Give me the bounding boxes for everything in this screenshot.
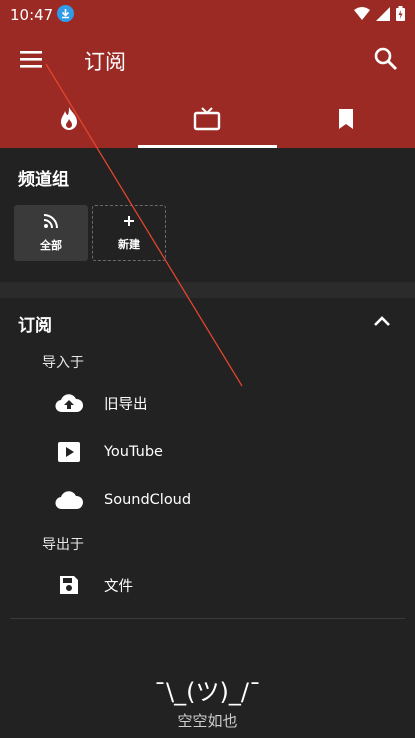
app-bar: 10:47 订阅 <box>0 0 415 148</box>
youtube-play-icon <box>52 439 86 465</box>
bookmark-icon <box>337 108 355 134</box>
group-new-card[interactable]: 新建 <box>92 205 166 261</box>
import-youtube-item[interactable]: YouTube <box>52 432 163 472</box>
cloud-icon <box>52 487 86 513</box>
tab-bookmarks[interactable] <box>277 94 415 148</box>
export-file-item[interactable]: 文件 <box>52 565 133 605</box>
wifi-icon <box>354 6 370 25</box>
tab-subscriptions[interactable] <box>138 94 277 148</box>
import-old-export-label: 旧导出 <box>104 396 148 413</box>
collapse-icon[interactable] <box>370 310 394 338</box>
menu-icon[interactable] <box>18 46 46 74</box>
group-all-label: 全部 <box>40 239 62 252</box>
channel-groups-title: 频道组 <box>18 170 69 190</box>
system-icons <box>354 6 405 25</box>
import-youtube-label: YouTube <box>104 444 163 460</box>
group-new-label: 新建 <box>118 238 140 251</box>
import-soundcloud-label: SoundCloud <box>104 492 192 508</box>
save-icon <box>52 572 86 598</box>
battery-icon <box>396 6 405 25</box>
fire-icon <box>58 106 80 136</box>
rss-icon <box>43 213 59 232</box>
tab-bar <box>0 94 415 148</box>
section-divider <box>0 282 415 298</box>
empty-message: 空空如也 <box>177 712 238 730</box>
import-soundcloud-item[interactable]: SoundCloud <box>52 480 191 520</box>
import-from-label: 导入于 <box>42 355 84 371</box>
import-old-export-item[interactable]: 旧导出 <box>52 383 148 423</box>
status-bar: 10:47 <box>0 0 415 28</box>
empty-kaomoji: ¯\_(ツ)_/¯ <box>154 678 261 706</box>
export-to-label: 导出于 <box>42 537 84 553</box>
page-title: 订阅 <box>84 50 126 74</box>
plus-icon <box>122 214 136 231</box>
tab-trending[interactable] <box>0 94 138 148</box>
toolbar: 订阅 <box>0 28 415 94</box>
divider <box>10 618 405 619</box>
cloud-upload-icon <box>52 390 86 416</box>
status-time: 10:47 <box>10 6 54 24</box>
search-icon[interactable] <box>371 44 401 74</box>
download-icon <box>57 5 74 22</box>
group-all-card[interactable]: 全部 <box>14 205 88 261</box>
tv-icon <box>193 107 221 135</box>
subscriptions-title: 订阅 <box>18 316 52 336</box>
export-file-label: 文件 <box>104 578 133 595</box>
signal-icon <box>376 6 390 25</box>
